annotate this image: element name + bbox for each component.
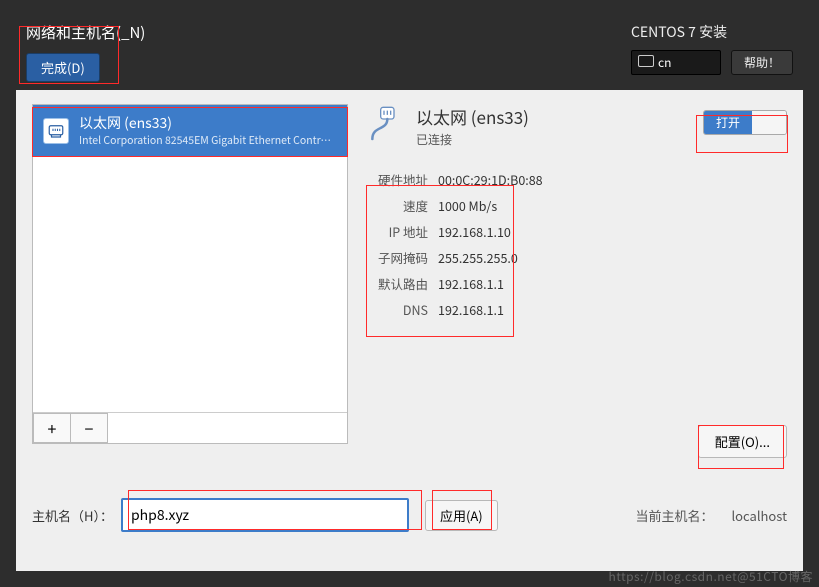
apply-button[interactable]: 应用(A): [425, 500, 498, 531]
header-bar: 网络和主机名(_N) 完成(D) CENTOS 7 安装 cn 帮助！: [16, 10, 803, 90]
configure-button[interactable]: 配置(O)...: [698, 425, 787, 458]
hostname-input[interactable]: [121, 498, 409, 532]
remove-device-button[interactable]: −: [70, 413, 108, 443]
info-row: DNS192.168.1.1: [368, 300, 787, 319]
device-list: 以太网 (ens33) Intel Corporation 82545EM Gi…: [32, 104, 348, 444]
info-row: 默认路由192.168.1.1: [368, 274, 787, 293]
info-row: 硬件地址00:0C:29:1D:B0:88: [368, 170, 787, 189]
os-name: CENTOS 7 安装: [631, 22, 793, 42]
toggle-handle: [752, 111, 786, 134]
current-hostname-value: localhost: [731, 506, 787, 525]
device-list-item[interactable]: 以太网 (ens33) Intel Corporation 82545EM Gi…: [33, 105, 347, 156]
current-hostname-label: 当前主机名：: [635, 506, 713, 525]
info-grid: 硬件地址00:0C:29:1D:B0:88 速度1000 Mb/s IP 地址1…: [368, 170, 787, 319]
device-item-subtitle: Intel Corporation 82545EM Gigabit Ethern…: [79, 133, 337, 148]
add-device-button[interactable]: +: [33, 413, 71, 443]
info-row: 速度1000 Mb/s: [368, 196, 787, 215]
done-button[interactable]: 完成(D): [26, 53, 100, 82]
detail-status: 已连接: [416, 131, 529, 148]
ethernet-icon: [43, 118, 69, 144]
hostname-row: 主机名（H）： 应用(A) 当前主机名： localhost: [32, 498, 787, 532]
help-button[interactable]: 帮助！: [731, 50, 793, 75]
keyboard-indicator[interactable]: cn: [631, 50, 721, 75]
ethernet-big-icon: [364, 104, 404, 144]
detail-title: 以太网 (ens33): [416, 104, 529, 129]
info-row: IP 地址192.168.1.10: [368, 222, 787, 241]
connection-toggle[interactable]: 打开: [703, 110, 787, 135]
device-item-title: 以太网 (ens33): [79, 113, 337, 133]
page-title: 网络和主机名(_N): [26, 22, 145, 43]
toggle-on-label: 打开: [704, 111, 752, 134]
hostname-label: 主机名（H）：: [32, 506, 113, 525]
info-row: 子网掩码255.255.255.0: [368, 248, 787, 267]
device-details: 以太网 (ens33) 已连接 打开 硬件地址00:0C:29:1D:B0:88…: [364, 104, 787, 444]
content-area: 以太网 (ens33) Intel Corporation 82545EM Gi…: [16, 90, 803, 571]
